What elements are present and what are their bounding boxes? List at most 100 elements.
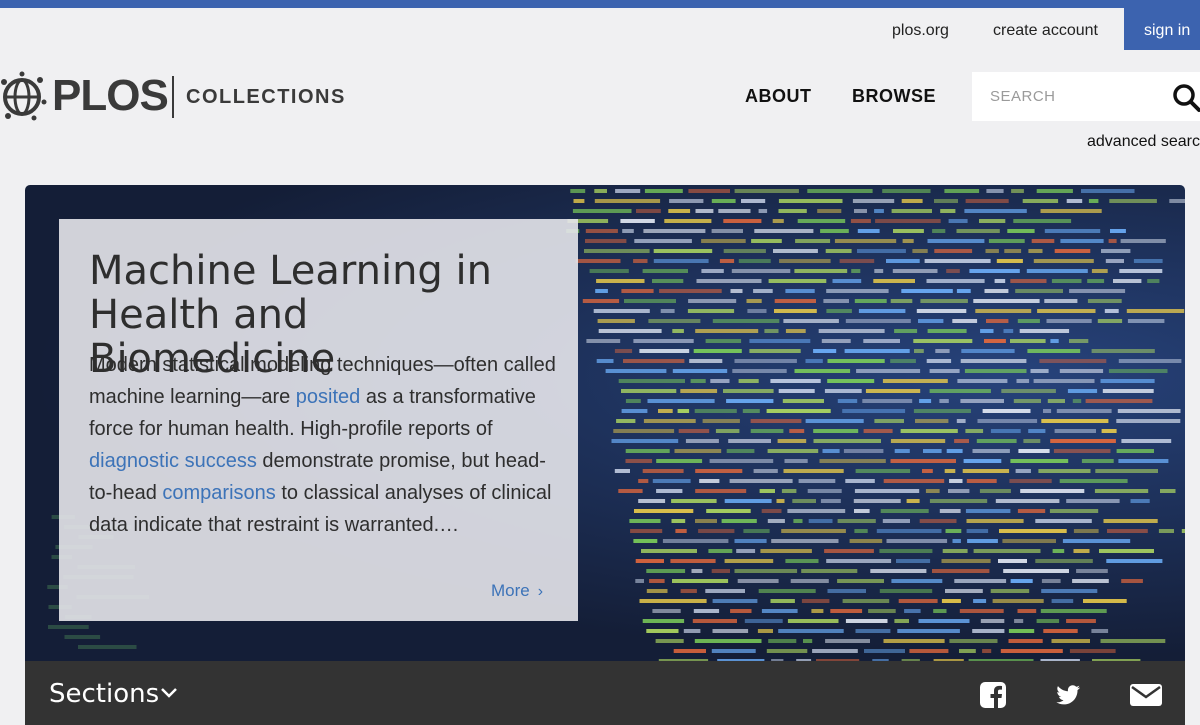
- code-line-fragment: [897, 629, 960, 633]
- code-line-fragment: [856, 369, 921, 373]
- code-line-fragment: [773, 249, 818, 253]
- email-icon[interactable]: [1129, 681, 1163, 709]
- code-line-fragment: [621, 289, 654, 293]
- code-line-fragment: [845, 479, 875, 483]
- code-line-fragment: [882, 379, 948, 383]
- code-line-fragment: [1000, 649, 1063, 653]
- chevron-down-icon[interactable]: [160, 687, 178, 699]
- search-input[interactable]: [972, 72, 1162, 121]
- code-line-fragment: [901, 289, 953, 293]
- code-line-fragment: [1041, 419, 1109, 423]
- code-line-fragment: [741, 199, 766, 203]
- code-line-fragment: [710, 379, 730, 383]
- code-line-fragment: [771, 539, 839, 543]
- code-line-fragment: [948, 489, 970, 493]
- code-line-fragment: [639, 599, 707, 603]
- code-line-fragment: [918, 619, 970, 623]
- code-line-fragment: [1109, 199, 1157, 203]
- code-line-fragment: [932, 229, 946, 233]
- code-line-fragment: [759, 489, 775, 493]
- create-account-link[interactable]: create account: [993, 22, 1098, 40]
- code-line-fragment: [776, 499, 785, 503]
- code-line-fragment: [1072, 579, 1109, 583]
- plos-org-link[interactable]: plos.org: [892, 22, 949, 40]
- code-line-fragment: [880, 509, 929, 513]
- code-line-fragment: [1110, 229, 1126, 233]
- code-line-fragment: [1108, 369, 1168, 373]
- code-line-fragment: [1130, 499, 1150, 503]
- code-line-fragment: [596, 359, 614, 363]
- code-line-fragment: [946, 269, 960, 273]
- code-line-fragment: [1104, 309, 1119, 313]
- code-line-fragment: [633, 259, 648, 263]
- code-line-fragment: [673, 649, 706, 653]
- comparisons-link[interactable]: comparisons: [162, 482, 275, 504]
- code-line-fragment: [624, 299, 676, 303]
- posited-link[interactable]: posited: [296, 386, 361, 408]
- code-line-fragment: [642, 269, 688, 273]
- code-line-fragment: [801, 599, 830, 603]
- code-line-fragment: [798, 479, 836, 483]
- code-line-fragment: [582, 299, 620, 303]
- diagnostic-success-link[interactable]: diagnostic success: [89, 450, 257, 472]
- code-line-fragment: [1103, 519, 1158, 523]
- code-line-fragment: [982, 649, 992, 653]
- advanced-search-link[interactable]: advanced search: [1087, 133, 1200, 151]
- code-line-fragment: [1028, 249, 1043, 253]
- code-line-fragment: [613, 429, 675, 433]
- code-line-fragment: [882, 519, 910, 523]
- code-line-fragment: [638, 479, 649, 483]
- search-icon[interactable]: [1172, 83, 1200, 113]
- code-line-fragment: [819, 459, 886, 463]
- code-line-fragment: [1051, 599, 1074, 603]
- code-line-fragment: [712, 599, 758, 603]
- search-box: [972, 72, 1200, 121]
- code-line-fragment: [616, 419, 636, 423]
- code-line-fragment: [1118, 459, 1169, 463]
- more-link[interactable]: More ›: [491, 581, 543, 601]
- code-line-fragment: [865, 389, 921, 393]
- code-line-fragment: [934, 249, 973, 253]
- sections-toggle[interactable]: Sections: [49, 679, 159, 709]
- code-line-fragment: [1120, 239, 1166, 243]
- code-line-fragment: [956, 229, 1000, 233]
- code-line-fragment: [965, 199, 1009, 203]
- code-line-fragment: [832, 279, 862, 283]
- code-line-fragment: [843, 449, 884, 453]
- code-line-fragment: [1066, 499, 1120, 503]
- code-line-fragment: [732, 369, 787, 373]
- code-line-fragment: [1076, 569, 1108, 573]
- code-line-fragment: [1003, 569, 1069, 573]
- code-line-fragment: [1017, 609, 1037, 613]
- plos-collections-logo[interactable]: PLOS COLLECTIONS: [0, 68, 344, 126]
- code-line-fragment: [723, 219, 762, 223]
- code-line-fragment: [805, 419, 864, 423]
- code-line-fragment: [782, 399, 824, 403]
- code-line-fragment: [1087, 299, 1122, 303]
- code-line-fragment: [1066, 619, 1096, 623]
- twitter-icon[interactable]: [1054, 681, 1082, 709]
- code-line-fragment: [890, 459, 956, 463]
- code-line-fragment: [570, 189, 586, 193]
- code-line-fragment: [894, 449, 910, 453]
- nav-about[interactable]: ABOUT: [745, 86, 812, 107]
- code-line-fragment: [787, 509, 846, 513]
- code-line-fragment: [952, 319, 978, 323]
- code-line-fragment: [913, 339, 973, 343]
- code-line-fragment: [1039, 359, 1107, 363]
- code-line-fragment: [660, 309, 675, 313]
- code-line-fragment: [949, 639, 998, 643]
- nav-browse[interactable]: BROWSE: [852, 86, 936, 107]
- code-line-fragment: [1117, 409, 1181, 413]
- code-line-fragment: [711, 199, 736, 203]
- code-line-fragment: [1053, 449, 1111, 453]
- code-line-fragment: [990, 429, 1021, 433]
- code-line-fragment: [785, 289, 815, 293]
- facebook-icon[interactable]: [979, 681, 1007, 709]
- code-line-fragment: [952, 539, 961, 543]
- code-line-fragment: [1073, 529, 1099, 533]
- code-line-fragment: [643, 419, 696, 423]
- code-line-fragment: [781, 529, 846, 533]
- code-line-fragment: [695, 469, 743, 473]
- sign-in-button[interactable]: sign in: [1124, 8, 1200, 50]
